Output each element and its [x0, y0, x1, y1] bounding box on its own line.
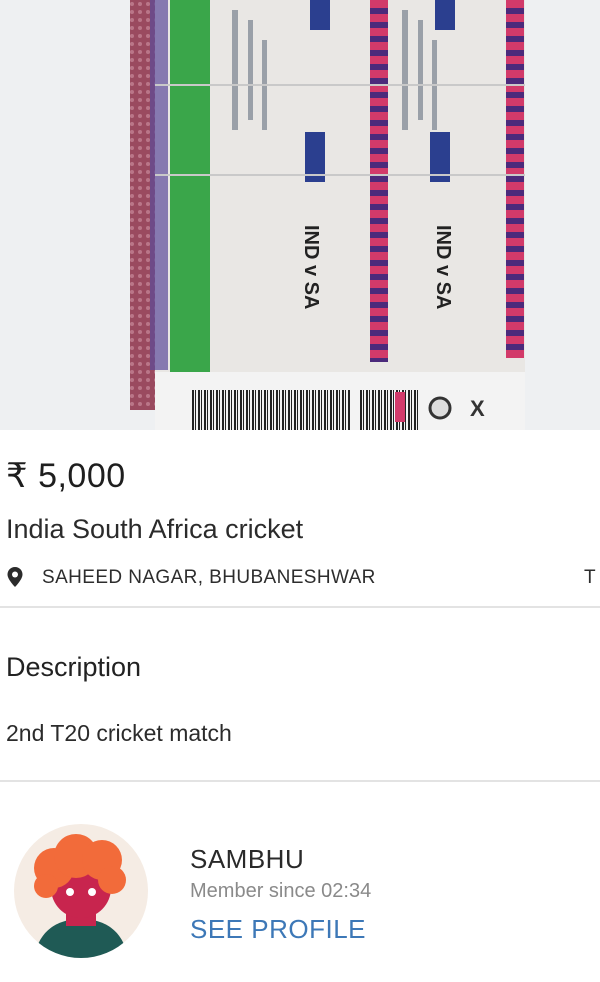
- seller-name: SAMBHU: [190, 844, 305, 874]
- member-since: Member since 02:34: [190, 880, 372, 902]
- listing-price: ₹ 5,000: [6, 457, 126, 495]
- listing-date-truncated: T: [584, 567, 596, 588]
- svg-text:X: X: [470, 396, 485, 421]
- location-pin-icon: [7, 567, 23, 587]
- listing-location: SAHEED NAGAR, BHUBANESHWAR: [42, 567, 376, 588]
- see-profile-link[interactable]: SEE PROFILE: [190, 914, 366, 945]
- svg-text:IND v SA: IND v SA: [432, 225, 454, 309]
- description-text: 2nd T20 cricket match: [6, 720, 232, 746]
- svg-text:IND v SA: IND v SA: [300, 225, 322, 309]
- divider: [0, 780, 600, 782]
- ticket-photo-image: IND v SA IND v SA X: [0, 0, 600, 430]
- listing-title: India South Africa cricket: [6, 514, 304, 544]
- description-heading: Description: [6, 652, 142, 682]
- listing-photo[interactable]: IND v SA IND v SA X: [0, 0, 600, 430]
- divider: [0, 606, 600, 608]
- seller-avatar[interactable]: [14, 824, 148, 958]
